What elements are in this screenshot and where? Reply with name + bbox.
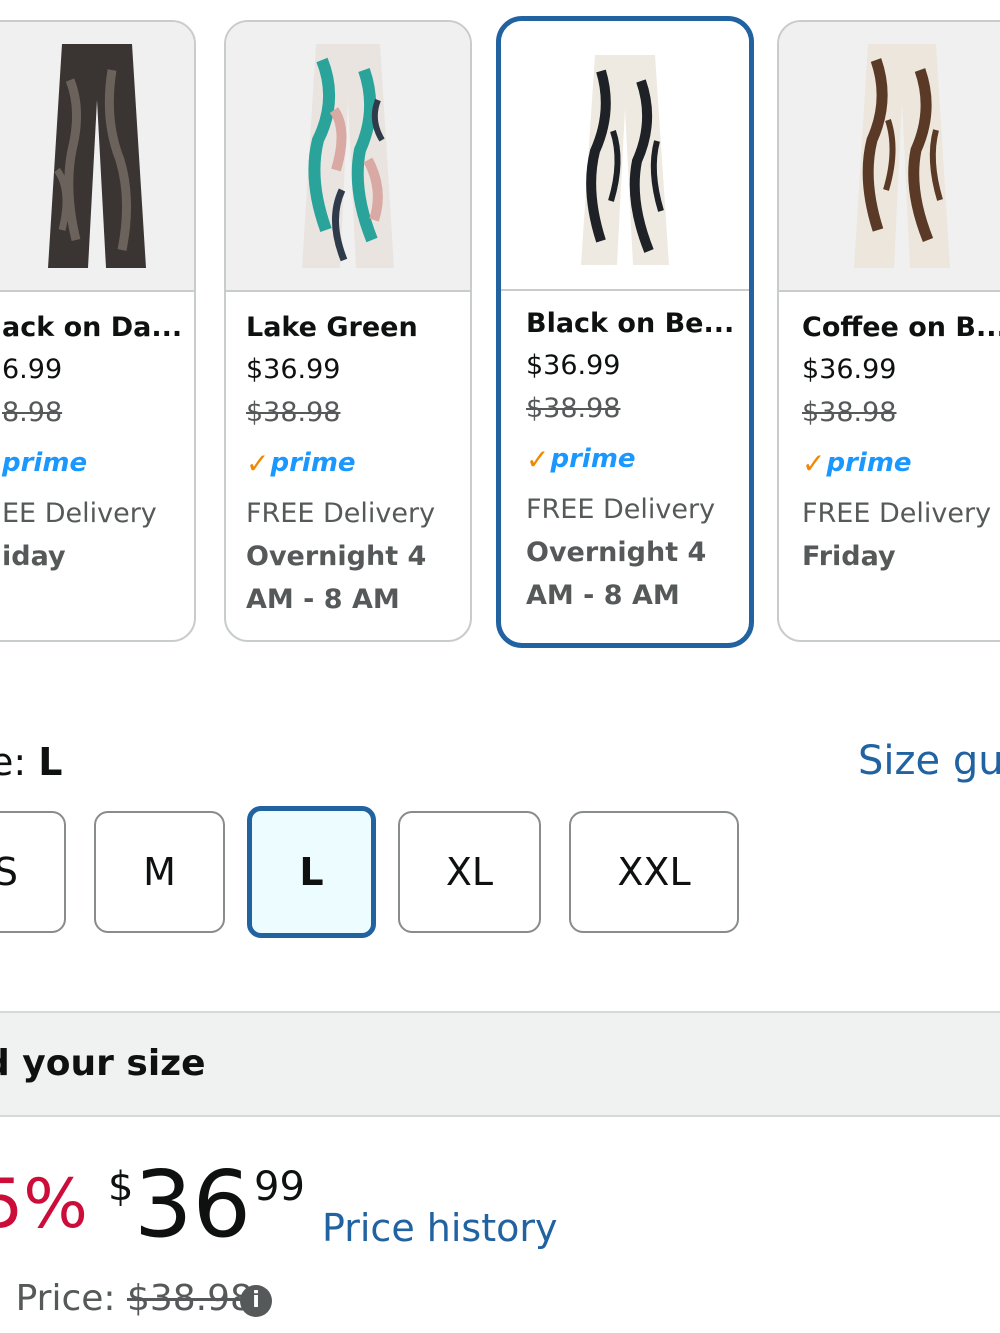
variant-list-price: 8.98: [2, 397, 63, 428]
prime-check-icon: ✓: [526, 442, 550, 476]
size-label: e: L: [0, 740, 63, 784]
list-price-value: $38.98: [126, 1278, 253, 1319]
pants-image-dark: [48, 44, 146, 268]
size-option-l[interactable]: L: [247, 806, 376, 938]
variant-card-black-on-beige[interactable]: Black on Be... $36.99 $38.98 ✓ prime FREE…: [496, 16, 754, 648]
pants-image-lake-green: [302, 44, 394, 268]
delivery-time: iday: [2, 541, 66, 572]
delivery-label: FREE Delivery: [526, 494, 716, 525]
variant-name: Coffee on B...: [802, 312, 1000, 343]
price-fraction: 99: [254, 1164, 305, 1210]
size-option-s[interactable]: S: [0, 811, 66, 933]
variant-image: [779, 22, 1000, 292]
price-currency: $: [108, 1164, 134, 1210]
pants-image-coffee: [854, 44, 950, 268]
delivery-label: EE Delivery: [2, 498, 157, 529]
variant-list-price: $38.98: [246, 397, 341, 428]
pants-image-black-on-beige: [581, 55, 669, 265]
variant-price: $36.99: [246, 354, 341, 385]
selected-size-value: L: [38, 740, 63, 784]
variant-price: 6.99: [2, 354, 63, 385]
prime-badge: ✓ prime: [802, 446, 912, 480]
delivery-label: FREE Delivery: [246, 498, 436, 529]
delivery-label: FREE Delivery: [802, 498, 992, 529]
variant-card-coffee-on-beige[interactable]: Coffee on B... $36.99 $38.98 ✓ prime FREE…: [777, 20, 1000, 642]
variant-name: Lake Green: [246, 312, 418, 343]
prime-badge: prime: [2, 448, 88, 478]
find-your-size-bar[interactable]: d your size: [0, 1011, 1000, 1117]
find-your-size-label: d your size: [0, 1043, 206, 1084]
info-icon[interactable]: i: [240, 1285, 272, 1317]
prime-badge: ✓ prime: [526, 442, 636, 476]
list-price: : Price: $38.98: [0, 1278, 253, 1319]
variant-card-1[interactable]: ack on Da... 6.99 8.98 prime EE Delivery…: [0, 20, 196, 642]
size-option-xl[interactable]: XL: [398, 811, 541, 933]
prime-badge: ✓ prime: [246, 446, 356, 480]
discount-percent: 5%: [0, 1165, 88, 1244]
variant-name: ack on Da...: [2, 312, 183, 343]
variant-card-lake-green[interactable]: Lake Green $36.99 $38.98 ✓ prime FREE Del…: [224, 20, 472, 642]
variant-name: Black on Be...: [526, 308, 735, 339]
delivery-time: Friday: [802, 541, 896, 572]
variant-list-price: $38.98: [526, 393, 621, 424]
variant-price: $36.99: [526, 350, 621, 381]
price-history-link[interactable]: Price history: [322, 1206, 557, 1250]
variant-image: [501, 21, 749, 291]
size-guide-link[interactable]: Size gu: [858, 738, 1000, 784]
price-whole: 36: [134, 1151, 252, 1258]
variant-image: [0, 22, 194, 292]
prime-check-icon: ✓: [802, 446, 826, 480]
size-option-xxl[interactable]: XXL: [569, 811, 739, 933]
variant-list-price: $38.98: [802, 397, 897, 428]
delivery-time: Overnight 4 AM - 8 AM: [246, 541, 427, 615]
variant-price: $36.99: [802, 354, 897, 385]
variant-image: [226, 22, 470, 292]
size-option-m[interactable]: M: [94, 811, 225, 933]
delivery-time: Overnight 4 AM - 8 AM: [526, 537, 707, 611]
prime-check-icon: ✓: [246, 446, 270, 480]
